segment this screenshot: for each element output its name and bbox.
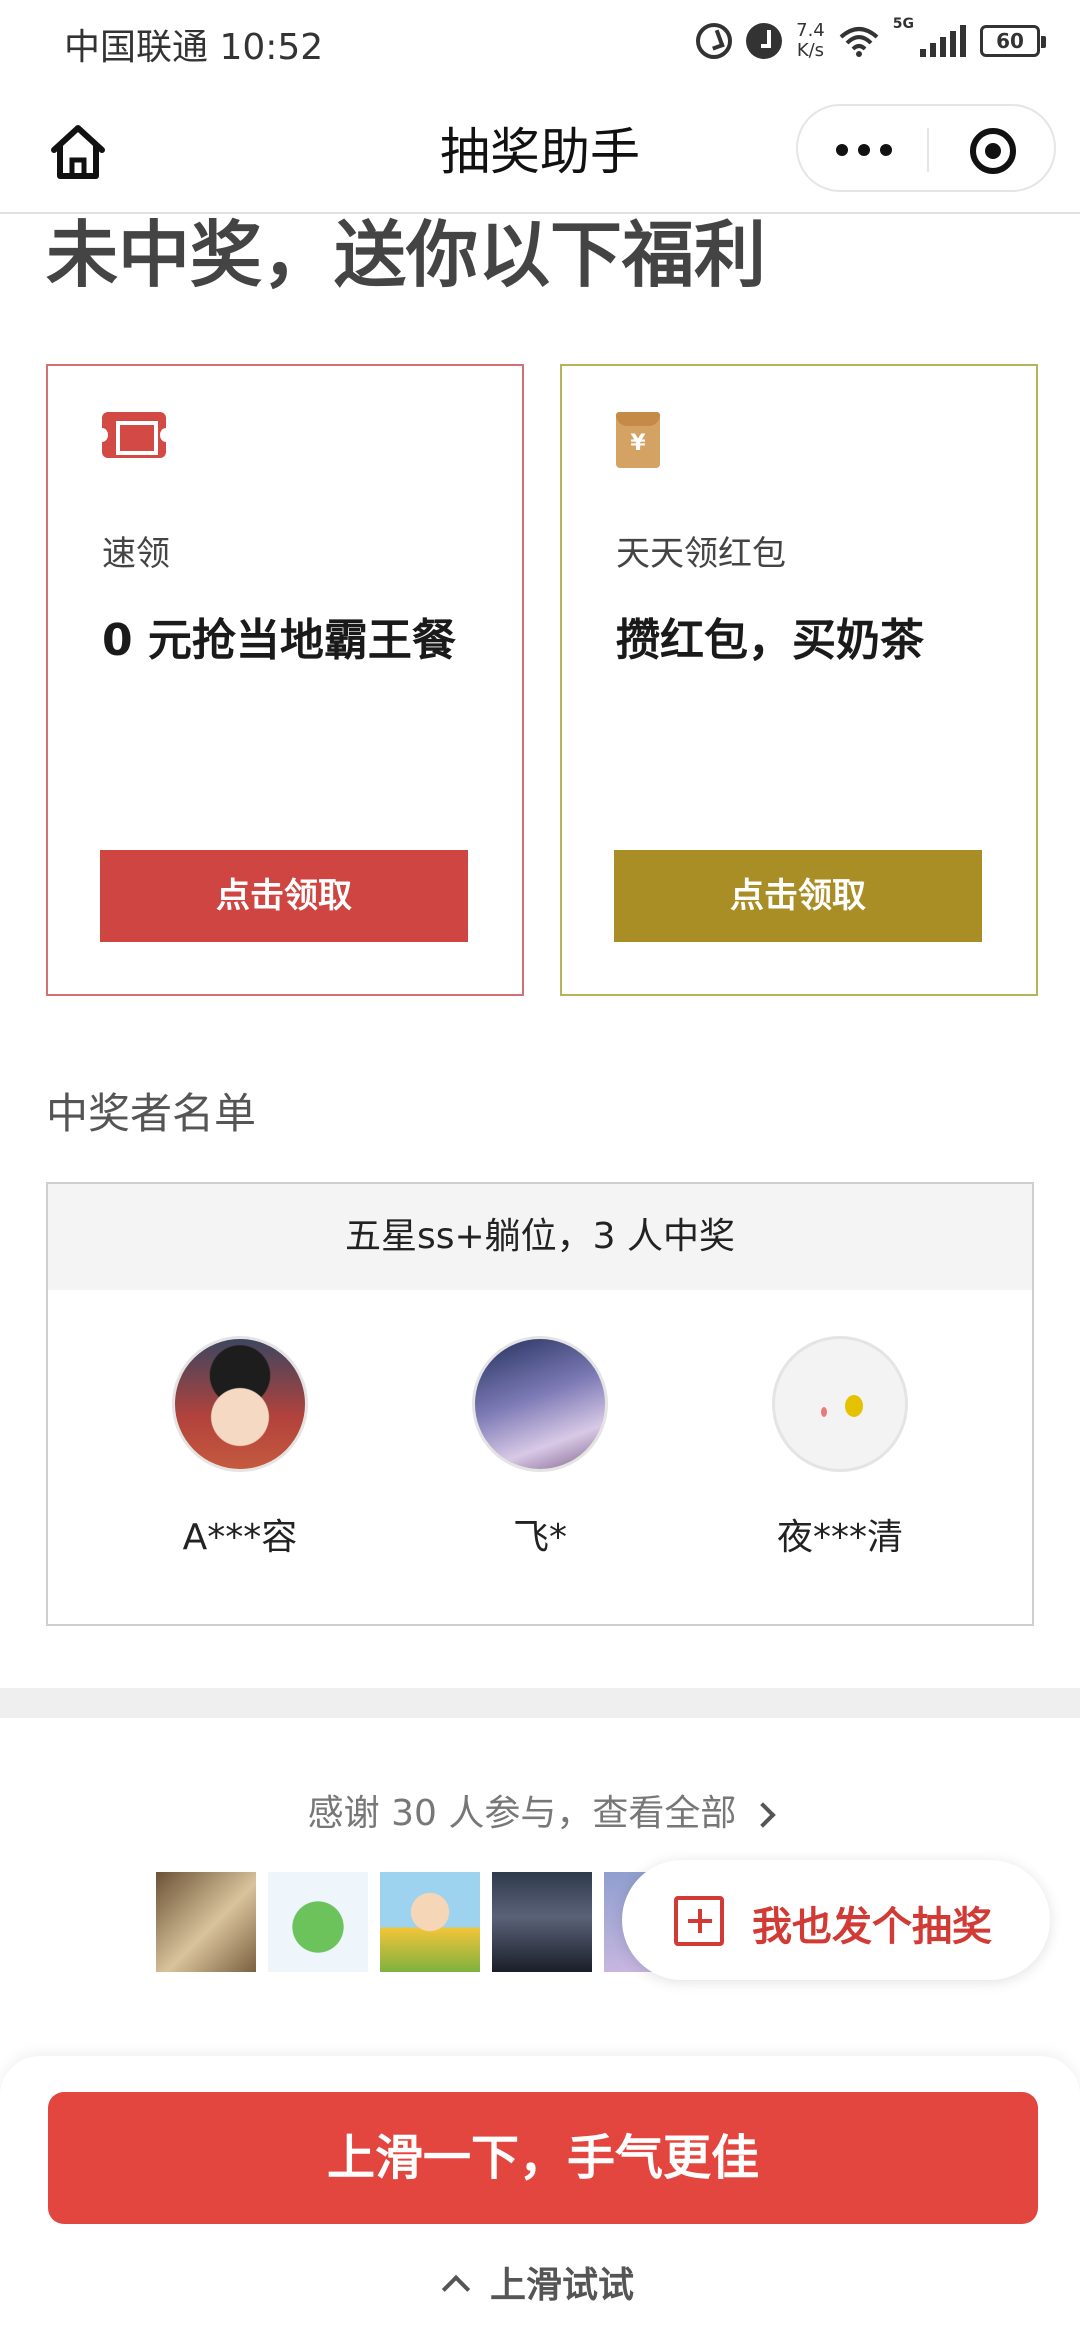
capsule-divider — [927, 128, 929, 172]
avatar — [172, 1336, 308, 1472]
signal-icon — [920, 25, 966, 57]
alarm-icon — [746, 23, 783, 59]
welfare-card-red-packet: ¥ 天天领红包 攒红包，买奶茶 点击领取 — [560, 364, 1038, 996]
avatar — [268, 1872, 368, 1972]
red-envelope-icon: ¥ — [616, 412, 660, 468]
bottom-panel: 上滑一下，手气更佳 上滑试试 — [0, 2056, 1080, 2340]
net-speed: 7.4 K/s — [796, 20, 825, 61]
create-lottery-label: 我也发个抽奖 — [752, 1904, 992, 1950]
create-lottery-button[interactable]: 我也发个抽奖 — [622, 1860, 1050, 1980]
chevron-right-icon — [750, 1802, 777, 1828]
wifi-icon — [839, 27, 879, 57]
miniprogram-capsule — [796, 104, 1056, 192]
winner-item[interactable]: A***容 — [120, 1336, 360, 1560]
claim-button[interactable]: 点击领取 — [100, 850, 468, 942]
chevron-up-icon — [441, 2274, 471, 2304]
data-saver-icon — [696, 23, 733, 59]
card-title: 0 元抢当地霸王餐 — [102, 615, 456, 666]
claim-button[interactable]: 点击领取 — [614, 850, 982, 942]
card-subtitle: 速领 — [102, 534, 170, 574]
winner-name: A***容 — [182, 1517, 298, 1558]
swipe-up-cta-button[interactable]: 上滑一下，手气更佳 — [48, 2092, 1038, 2224]
winner-name: 夜***清 — [776, 1517, 903, 1558]
prize-description: 五星ss+躺位，3 人中奖 — [48, 1184, 1032, 1290]
avatar — [380, 1872, 480, 1972]
winner-item[interactable]: 夜***清 — [720, 1336, 960, 1560]
more-icon[interactable] — [836, 144, 892, 156]
welfare-card-free-meal: 速领 0 元抢当地霸王餐 点击领取 — [46, 364, 524, 996]
plus-square-icon — [674, 1896, 724, 1946]
swipe-hint-label: 上滑试试 — [489, 2265, 634, 2306]
carrier-time: 中国联通 10:52 — [64, 27, 324, 68]
winners-title: 中奖者名单 — [46, 1089, 257, 1138]
avatar — [472, 1336, 608, 1472]
network-type: 5G — [892, 16, 914, 32]
card-subtitle: 天天领红包 — [616, 534, 786, 574]
swipe-hint[interactable]: 上滑试试 — [0, 2256, 1080, 2308]
close-miniprogram-icon[interactable] — [970, 128, 1016, 174]
avatar — [772, 1336, 908, 1472]
status-icons: 7.4 K/s 5G 60 — [696, 16, 1046, 66]
avatar — [156, 1872, 256, 1972]
participants-text: 感谢 30 人参与，查看全部 — [307, 1793, 737, 1834]
ticket-icon — [96, 412, 166, 458]
winner-item[interactable]: 飞* — [420, 1336, 660, 1560]
status-bar: 中国联通 10:52 7.4 K/s 5G 60 — [0, 0, 1080, 84]
winner-name: 飞* — [512, 1517, 567, 1558]
battery-icon: 60 — [980, 25, 1046, 57]
winners-list: 五星ss+躺位，3 人中奖 A***容 飞* 夜***清 — [46, 1182, 1034, 1626]
participants-link[interactable]: 感谢 30 人参与，查看全部 — [0, 1784, 1080, 1836]
card-title: 攒红包，买奶茶 — [616, 615, 924, 666]
section-divider — [0, 1688, 1080, 1718]
nav-bar: 抽奖助手 — [0, 84, 1080, 214]
avatar — [492, 1872, 592, 1972]
